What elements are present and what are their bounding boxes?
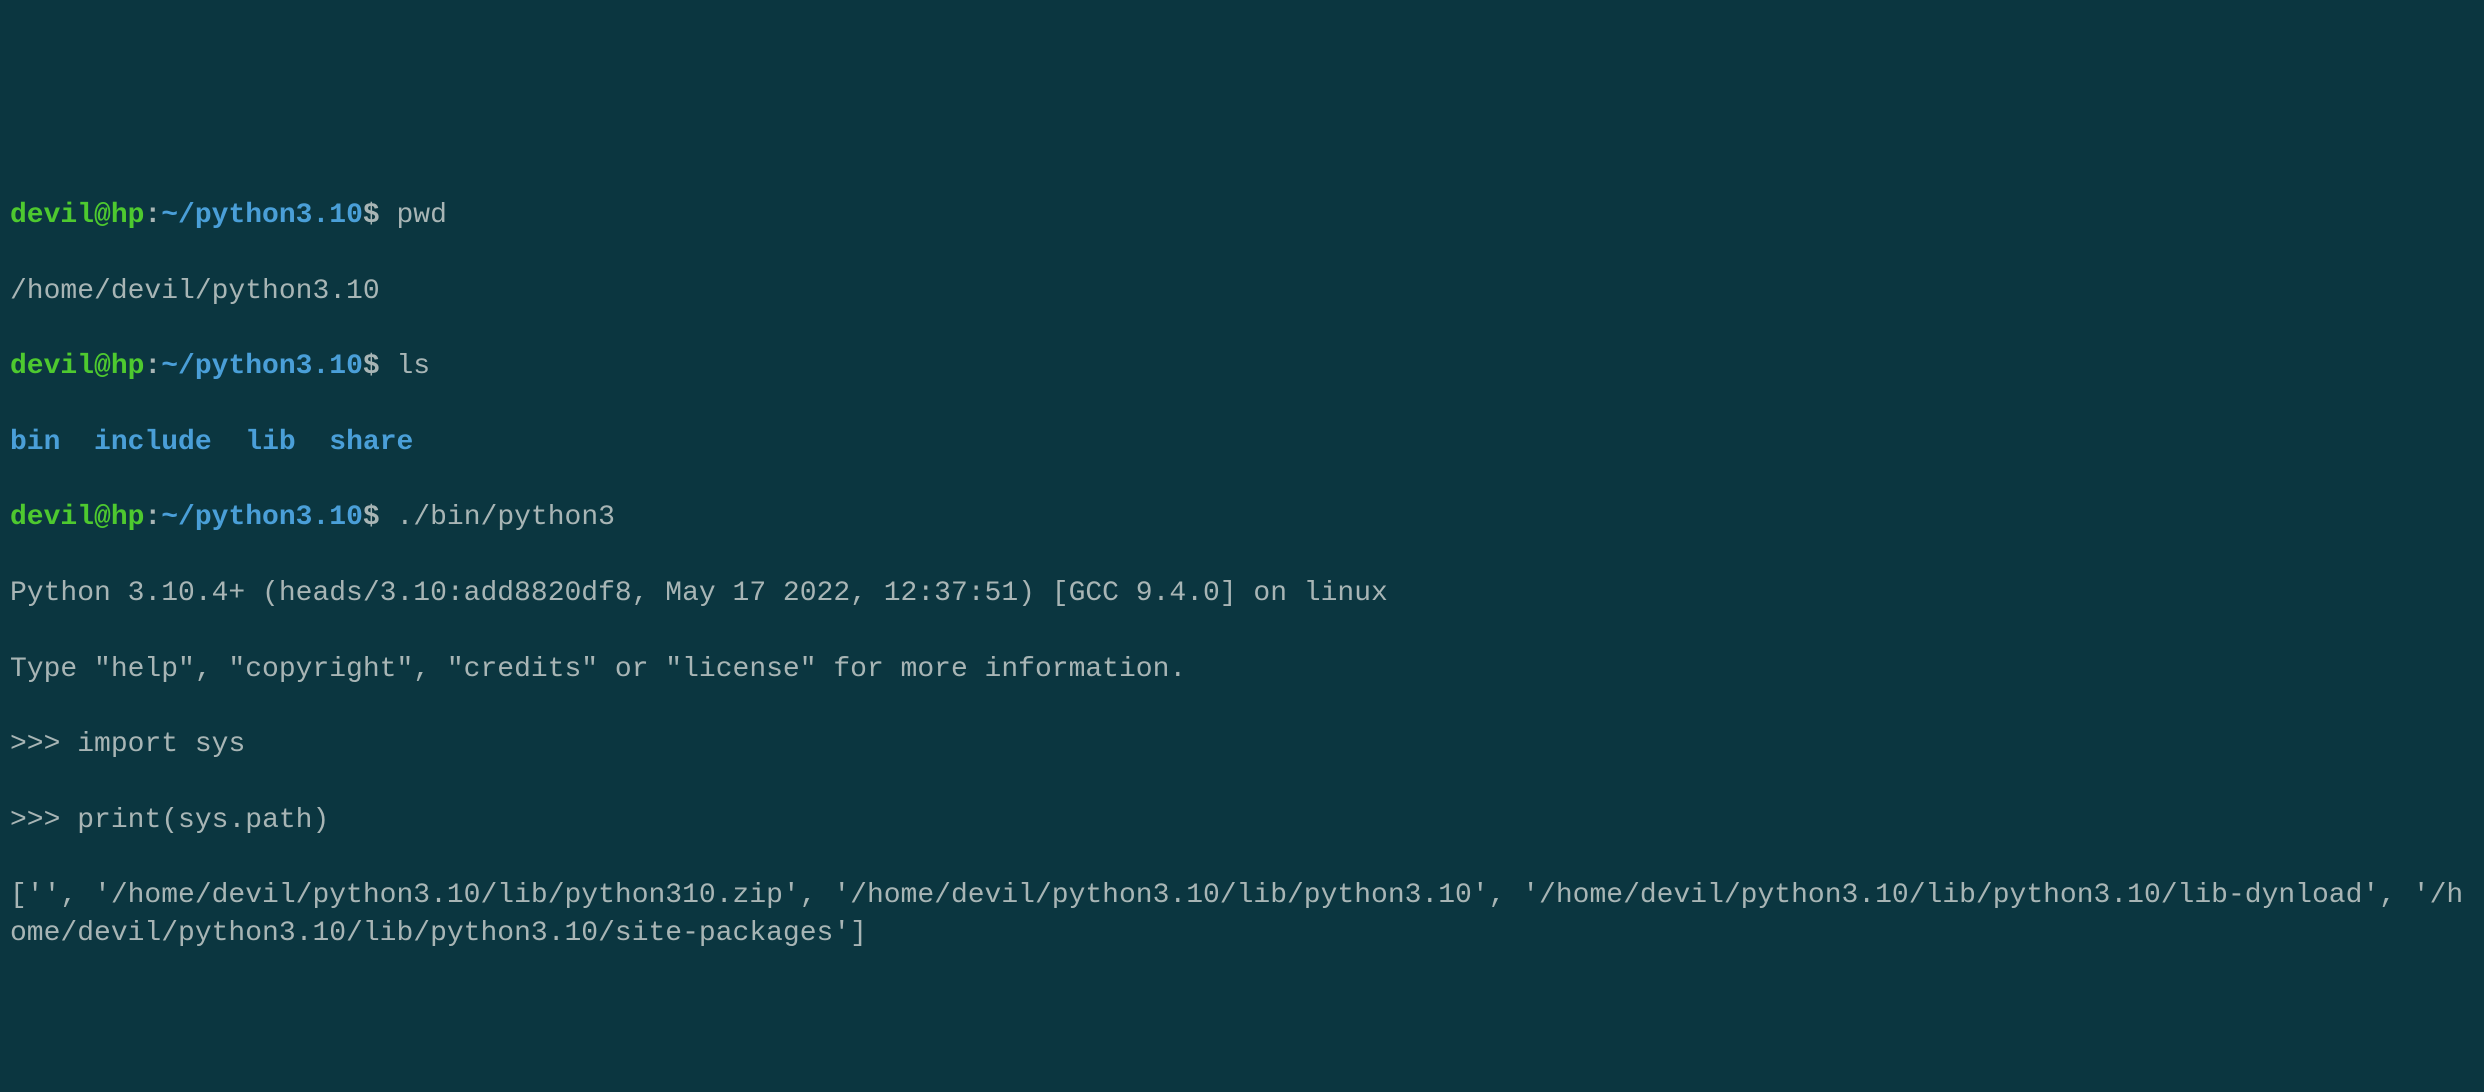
- prompt-colon: :: [144, 351, 161, 382]
- prompt-path: ~/python3.10: [161, 351, 363, 382]
- command-pwd-text: pwd: [397, 200, 447, 231]
- prompt-user-host: devil@hp: [10, 502, 144, 533]
- python-cmd-print: print(sys.path): [77, 805, 329, 836]
- prompt-path: ~/python3.10: [161, 502, 363, 533]
- prompt-user-host: devil@hp: [10, 200, 144, 231]
- prompt-colon: :: [144, 502, 161, 533]
- prompt-user-host: devil@hp: [10, 351, 144, 382]
- prompt-dollar: $: [363, 351, 380, 382]
- prompt-path: ~/python3.10: [161, 200, 363, 231]
- terminal-output[interactable]: devil@hp:~/python3.10$ pwd /home/devil/p…: [10, 159, 2474, 991]
- prompt-dollar: $: [363, 200, 380, 231]
- prompt-dollar: $: [363, 502, 380, 533]
- dir-lib: lib: [245, 427, 295, 458]
- python-banner-2: Type "help", "copyright", "credits" or "…: [10, 651, 2474, 689]
- python-prompt: >>>: [10, 805, 60, 836]
- python-output-syspath: ['', '/home/devil/python3.10/lib/python3…: [10, 877, 2474, 953]
- python-repl-line-2: >>> print(sys.path): [10, 802, 2474, 840]
- terminal-line-5: devil@hp:~/python3.10$ ./bin/python3: [10, 499, 2474, 537]
- dir-bin: bin: [10, 427, 60, 458]
- output-ls: bin include lib share: [10, 424, 2474, 462]
- command-ls: [380, 351, 397, 382]
- python-repl-line-1: >>> import sys: [10, 726, 2474, 764]
- command-ls-text: ls: [397, 351, 431, 382]
- python-banner-1: Python 3.10.4+ (heads/3.10:add8820df8, M…: [10, 575, 2474, 613]
- terminal-line-3: devil@hp:~/python3.10$ ls: [10, 348, 2474, 386]
- terminal-line-1: devil@hp:~/python3.10$ pwd: [10, 197, 2474, 235]
- dir-include: include: [94, 427, 212, 458]
- output-pwd: /home/devil/python3.10: [10, 273, 2474, 311]
- dir-share: share: [329, 427, 413, 458]
- command-pwd: [380, 200, 397, 231]
- python-prompt: >>>: [10, 729, 60, 760]
- prompt-colon: :: [144, 200, 161, 231]
- python-cmd-import: import sys: [77, 729, 245, 760]
- command-python: [380, 502, 397, 533]
- command-python-text: ./bin/python3: [397, 502, 615, 533]
